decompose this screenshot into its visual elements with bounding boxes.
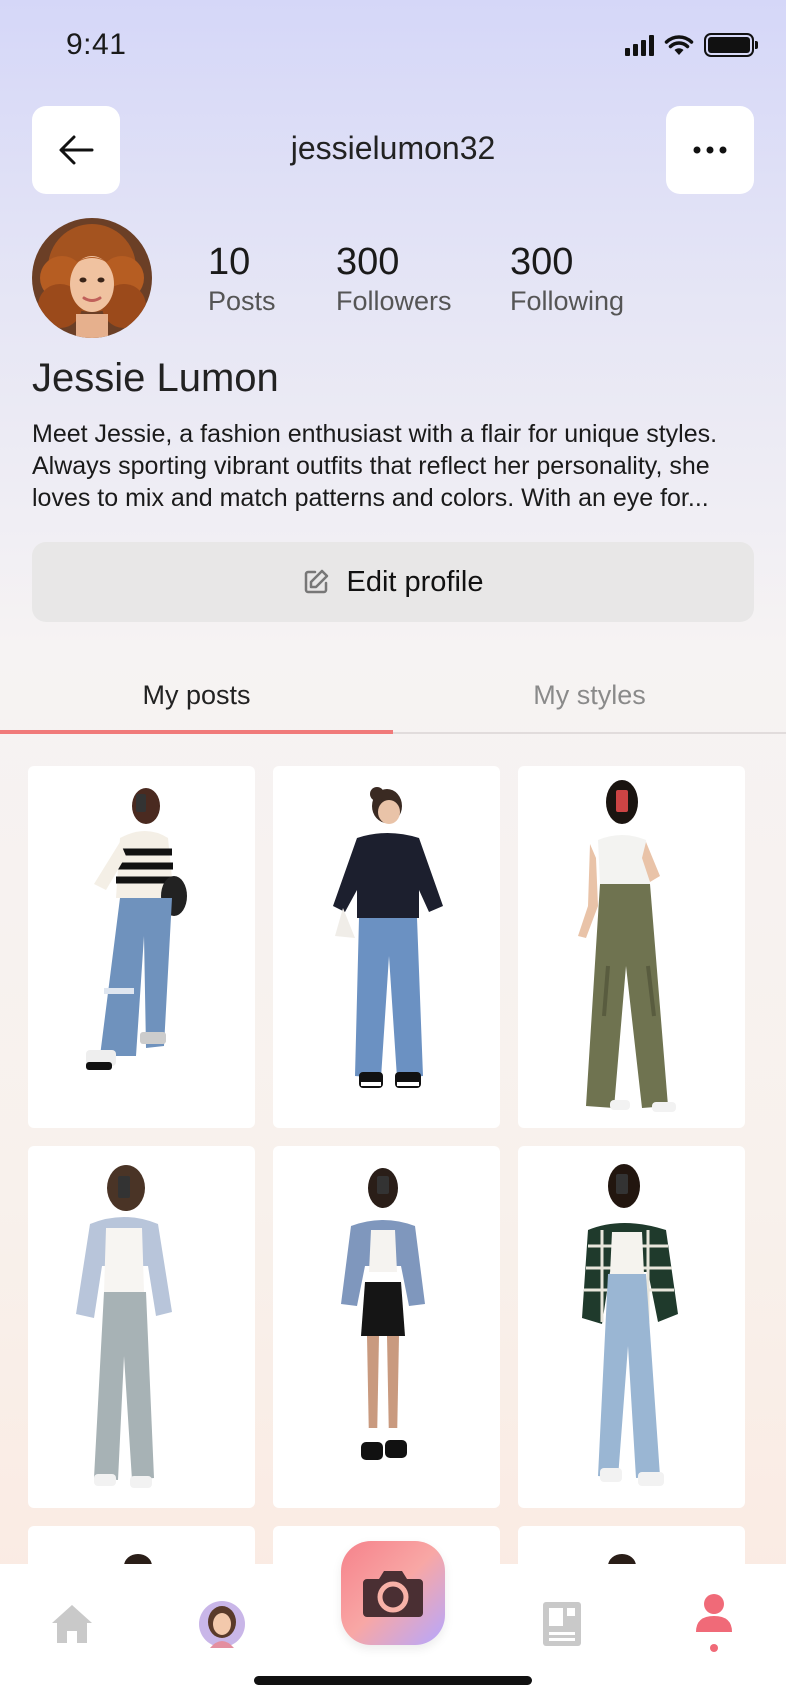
battery-icon [704,33,758,57]
following-count-label: Following [510,286,625,316]
post-card[interactable] [28,1146,255,1508]
profile-bio: Meet Jessie, a fashion enthusiast with a… [32,420,718,512]
following-count[interactable]: 300 Following [510,240,624,318]
cellular-signal-icon [625,34,654,56]
nav-avatar[interactable] [182,1584,262,1664]
avatar [199,1601,245,1648]
more-horizontal-icon [693,146,727,154]
posts-count-label: Posts [208,286,276,316]
followers-count-number: 300 [336,241,400,283]
posts-count-number: 10 [208,241,251,283]
edit-profile-label: Edit profile [346,565,484,598]
home-indicator [254,1676,532,1685]
post-card[interactable] [273,766,500,1128]
nav-profile[interactable] [674,1584,754,1664]
home-icon [52,1605,92,1643]
display-name: Jessie Lumon [32,356,279,400]
profile-icon [696,1594,732,1652]
profile-avatar[interactable] [32,218,152,338]
camera-icon [363,1571,423,1617]
tab-my-posts[interactable]: My posts [0,660,393,734]
post-card[interactable] [28,766,255,1128]
tab-my-styles[interactable]: My styles [393,660,786,734]
nav-collection[interactable] [522,1584,602,1664]
followers-count-label: Followers [336,286,452,316]
wifi-icon [664,35,694,55]
edit-profile-button[interactable]: Edit profile [32,542,754,622]
status-icons [625,33,758,57]
more-options-button[interactable] [666,106,754,194]
post-card[interactable] [518,1146,745,1508]
nav-home[interactable] [32,1584,112,1664]
profile-tabs: My posts My styles [0,660,786,734]
post-card[interactable] [518,766,745,1128]
status-time: 9:41 [66,28,127,61]
collection-icon [543,1602,581,1646]
followers-count[interactable]: 300 Followers [336,240,452,318]
posts-count[interactable]: 10 Posts [208,240,276,318]
status-bar: 9:41 [0,0,786,90]
following-count-number: 300 [510,241,574,283]
camera-button[interactable] [341,1541,445,1645]
edit-icon [305,569,329,594]
post-card[interactable] [273,1146,500,1508]
